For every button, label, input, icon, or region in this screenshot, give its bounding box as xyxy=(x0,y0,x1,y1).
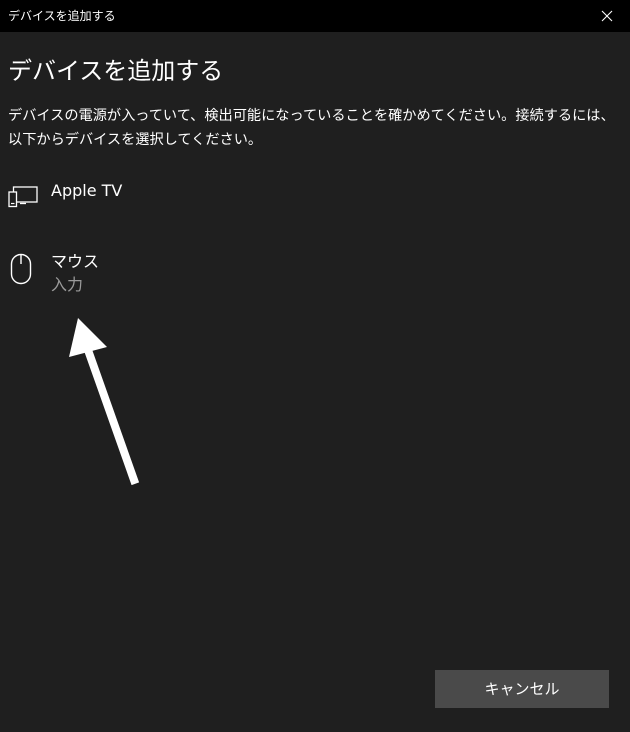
mouse-icon xyxy=(10,253,32,285)
device-name: マウス xyxy=(51,252,100,271)
device-name: Apple TV xyxy=(51,181,123,200)
page-title: デバイスを追加する xyxy=(8,57,224,85)
device-item-apple-tv[interactable]: Apple TV xyxy=(0,176,630,216)
title-bar: デバイスを追加する xyxy=(0,0,630,32)
add-device-window: デバイスを追加する デバイスを追加する デバイスの電源が入っていて、検出可能にな… xyxy=(0,0,630,732)
close-icon xyxy=(601,10,613,22)
display-device-icon xyxy=(8,186,38,208)
device-item-mouse[interactable]: マウス 入力 xyxy=(0,248,630,300)
window-title: デバイスを追加する xyxy=(8,9,116,23)
instructions-line-1: デバイスの電源が入っていて、検出可能になっていることを確かめてください。接続する… xyxy=(8,108,615,124)
instructions-line-2: 以下からデバイスを選択してください。 xyxy=(8,132,263,148)
instructions-text: デバイスの電源が入っていて、検出可能になっていることを確かめてください。接続する… xyxy=(8,104,624,152)
close-button[interactable] xyxy=(584,0,630,32)
cancel-button[interactable]: キャンセル xyxy=(435,670,609,708)
annotation-arrow-icon xyxy=(69,318,140,486)
device-category: 入力 xyxy=(51,275,84,294)
